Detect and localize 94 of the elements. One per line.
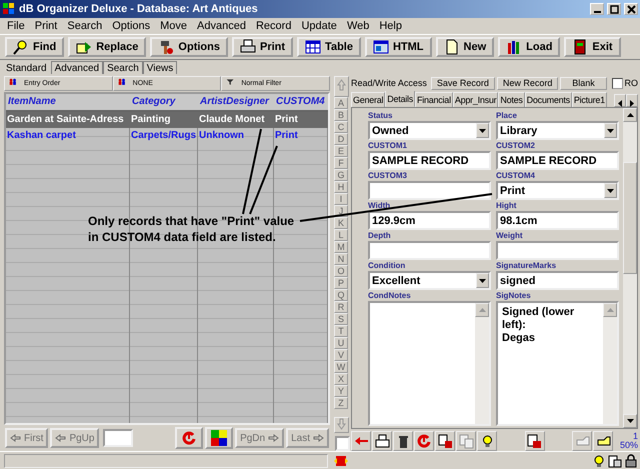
field-label: CUSTOM4	[496, 171, 535, 180]
menu-item[interactable]: Web	[342, 20, 374, 32]
grid-row[interactable]: Kashan carpet Carpets/Rugs Unknown Print	[6, 128, 328, 144]
toolbar-button[interactable]: Table	[297, 37, 361, 57]
dropdown-field[interactable]: Print	[496, 181, 619, 200]
menu-item[interactable]: Search	[62, 20, 108, 32]
record-button[interactable]: New Record	[496, 76, 558, 90]
record-tab[interactable]: Financial	[415, 92, 453, 107]
menu-item[interactable]: Options	[107, 20, 156, 32]
field-label: CondNotes	[368, 291, 411, 300]
view-tab[interactable]: Views	[142, 61, 178, 74]
field-label: CUSTOM3	[368, 171, 407, 180]
menu-item[interactable]: Update	[296, 20, 342, 32]
index-letter[interactable]: M	[334, 241, 348, 253]
view-tab[interactable]: Search	[103, 61, 143, 74]
index-letter[interactable]: B	[334, 109, 348, 121]
window-title: dB Organizer Deluxe - Database: Art Antiques	[19, 3, 259, 15]
dropdown-field[interactable]: Owned	[368, 121, 491, 140]
toolbar-button[interactable]: Load	[498, 37, 560, 57]
view-tab[interactable]: Standard	[2, 61, 51, 74]
toolbar-button[interactable]: HTML	[364, 37, 432, 57]
field-label: SignatureMarks	[496, 261, 556, 270]
record-tab[interactable]: General	[351, 92, 386, 107]
index-letter[interactable]: E	[334, 145, 348, 157]
toolbar-button[interactable]: New	[436, 37, 494, 57]
menu-item[interactable]: Print	[30, 20, 62, 32]
field-label: Width	[368, 201, 390, 210]
index-letter[interactable]: X	[334, 373, 348, 385]
field-label: Hight	[496, 201, 516, 210]
record-tab[interactable]: Documents	[524, 92, 572, 107]
record-tab[interactable]: Details	[385, 91, 416, 107]
field-label: CUSTOM1	[368, 141, 407, 150]
access-label: Read/Write Access	[351, 78, 427, 88]
input-field[interactable]: SAMPLE RECORD	[368, 151, 491, 170]
record-button[interactable]: Save Record	[430, 76, 495, 90]
input-field[interactable]: SAMPLE RECORD	[496, 151, 619, 170]
field-label: Weight	[496, 231, 523, 240]
record-tab[interactable]: Picture1	[572, 92, 607, 107]
index-letter[interactable]: F	[334, 157, 348, 169]
record-tab[interactable]: Appr_Insur	[452, 92, 498, 107]
field-label: Status	[368, 111, 392, 120]
field-label: Condition	[368, 261, 406, 270]
menu-item[interactable]: Advanced	[192, 20, 251, 32]
index-letter[interactable]: L	[334, 229, 348, 241]
annotation-text: Only records that have "Print" value in CUSTOM4 data field are listed.	[88, 213, 294, 245]
index-letter[interactable]: V	[334, 349, 348, 361]
index-letter[interactable]: Z	[334, 397, 348, 409]
index-letter[interactable]: P	[334, 277, 348, 289]
record-tab[interactable]: Notes	[498, 92, 525, 107]
toolbar-button[interactable]: Print	[232, 37, 294, 57]
view-tab[interactable]: Advanced	[50, 61, 104, 74]
input-field[interactable]: 129.9cm	[368, 211, 491, 230]
index-letter[interactable]: O	[334, 265, 348, 277]
record-number: 1	[633, 432, 638, 441]
memo-field[interactable]: Signed (lower left): Degas	[496, 301, 619, 426]
index-letter[interactable]: I	[334, 193, 348, 205]
input-field[interactable]: signed	[496, 271, 619, 290]
toolbar-button[interactable]: Options	[150, 37, 228, 57]
column-header: ArtistDesigner	[199, 95, 270, 109]
record-percent: 50%	[620, 441, 638, 450]
index-letter[interactable]: G	[334, 169, 348, 181]
column-header: CUSTOM4	[275, 95, 326, 109]
input-field[interactable]: 98.1cm	[496, 211, 619, 230]
index-letter[interactable]: R	[334, 301, 348, 313]
dropdown-field[interactable]: Excellent	[368, 271, 491, 290]
index-letter[interactable]: C	[334, 121, 348, 133]
menu-item[interactable]: File	[2, 20, 30, 32]
field-label: Depth	[368, 231, 391, 240]
toolbar-button[interactable]: Exit	[564, 37, 621, 57]
record-button[interactable]: Blank	[560, 76, 606, 90]
index-letter[interactable]: K	[334, 217, 348, 229]
field-label: Place	[496, 111, 517, 120]
index-letter[interactable]: S	[334, 313, 348, 325]
menu-item[interactable]: Move	[155, 20, 192, 32]
toolbar-button[interactable]: Find	[5, 37, 64, 57]
index-letter[interactable]: A	[334, 97, 348, 109]
index-letter[interactable]: Q	[334, 289, 348, 301]
field-label: SigNotes	[496, 291, 531, 300]
readonly-label: RO	[624, 78, 638, 88]
index-letter[interactable]: D	[334, 133, 348, 145]
menu-item[interactable]: Record	[250, 20, 296, 32]
index-letter[interactable]: Y	[334, 385, 348, 397]
column-header: Category	[131, 95, 176, 109]
index-letter[interactable]: T	[334, 325, 348, 337]
index-letter[interactable]: N	[334, 253, 348, 265]
index-letter[interactable]: U	[334, 337, 348, 349]
column-header: ItemName	[7, 95, 57, 109]
index-letter[interactable]: H	[334, 181, 348, 193]
grid-row[interactable]: Garden at Sainte-Adress Painting Claude Monet Print	[6, 112, 328, 128]
field-label: CUSTOM2	[496, 141, 535, 150]
toolbar-button[interactable]: Replace	[68, 37, 146, 57]
menu-item[interactable]: Help	[374, 20, 407, 32]
dropdown-field[interactable]: Library	[496, 121, 619, 140]
index-letter[interactable]: W	[334, 361, 348, 373]
